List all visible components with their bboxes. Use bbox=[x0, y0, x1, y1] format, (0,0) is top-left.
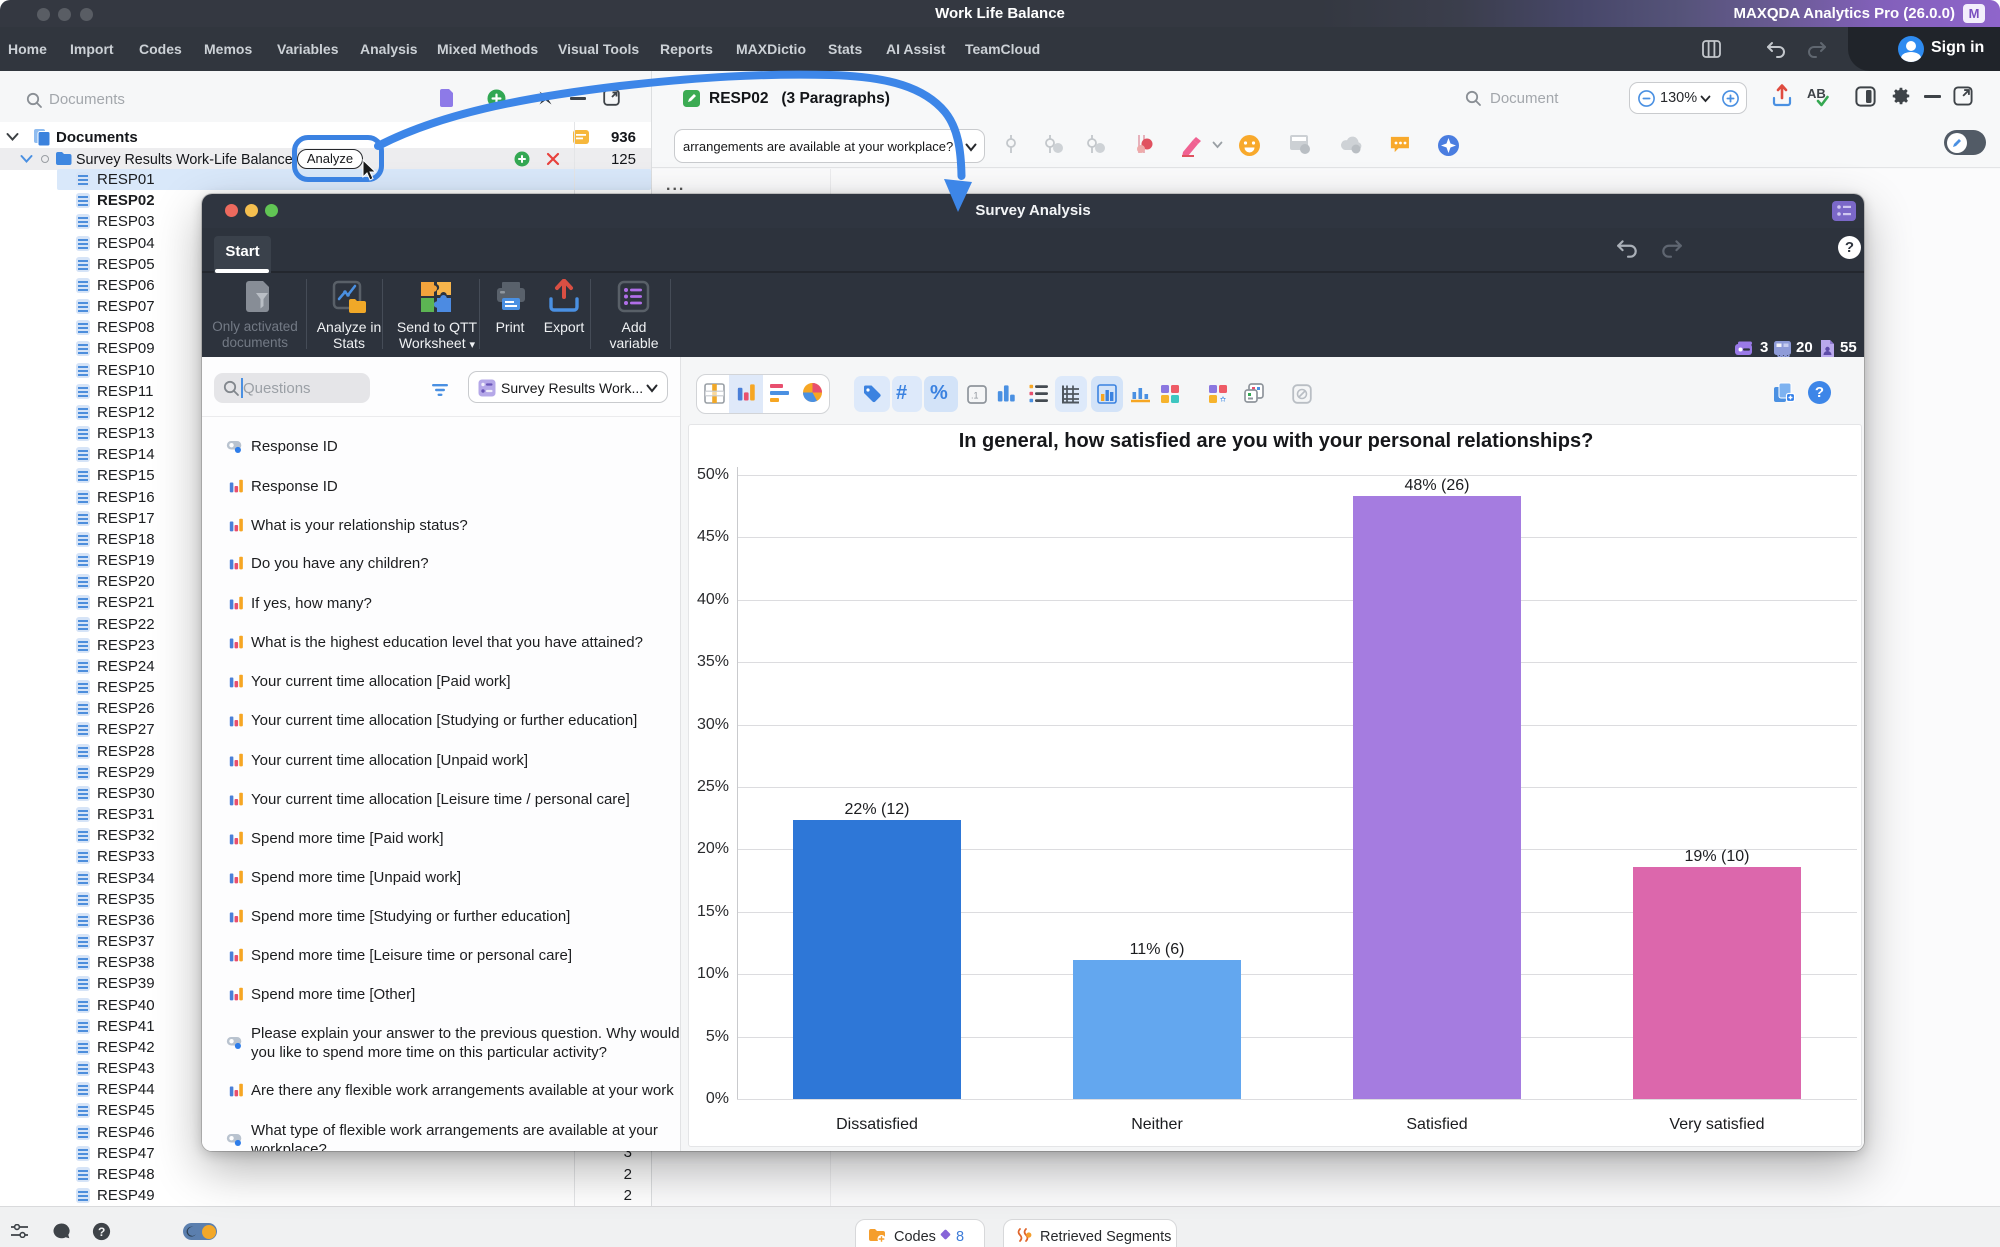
svg-text:AB: AB bbox=[1807, 86, 1826, 101]
svg-text:?: ? bbox=[98, 1225, 105, 1239]
svg-text:.1: .1 bbox=[971, 391, 979, 401]
